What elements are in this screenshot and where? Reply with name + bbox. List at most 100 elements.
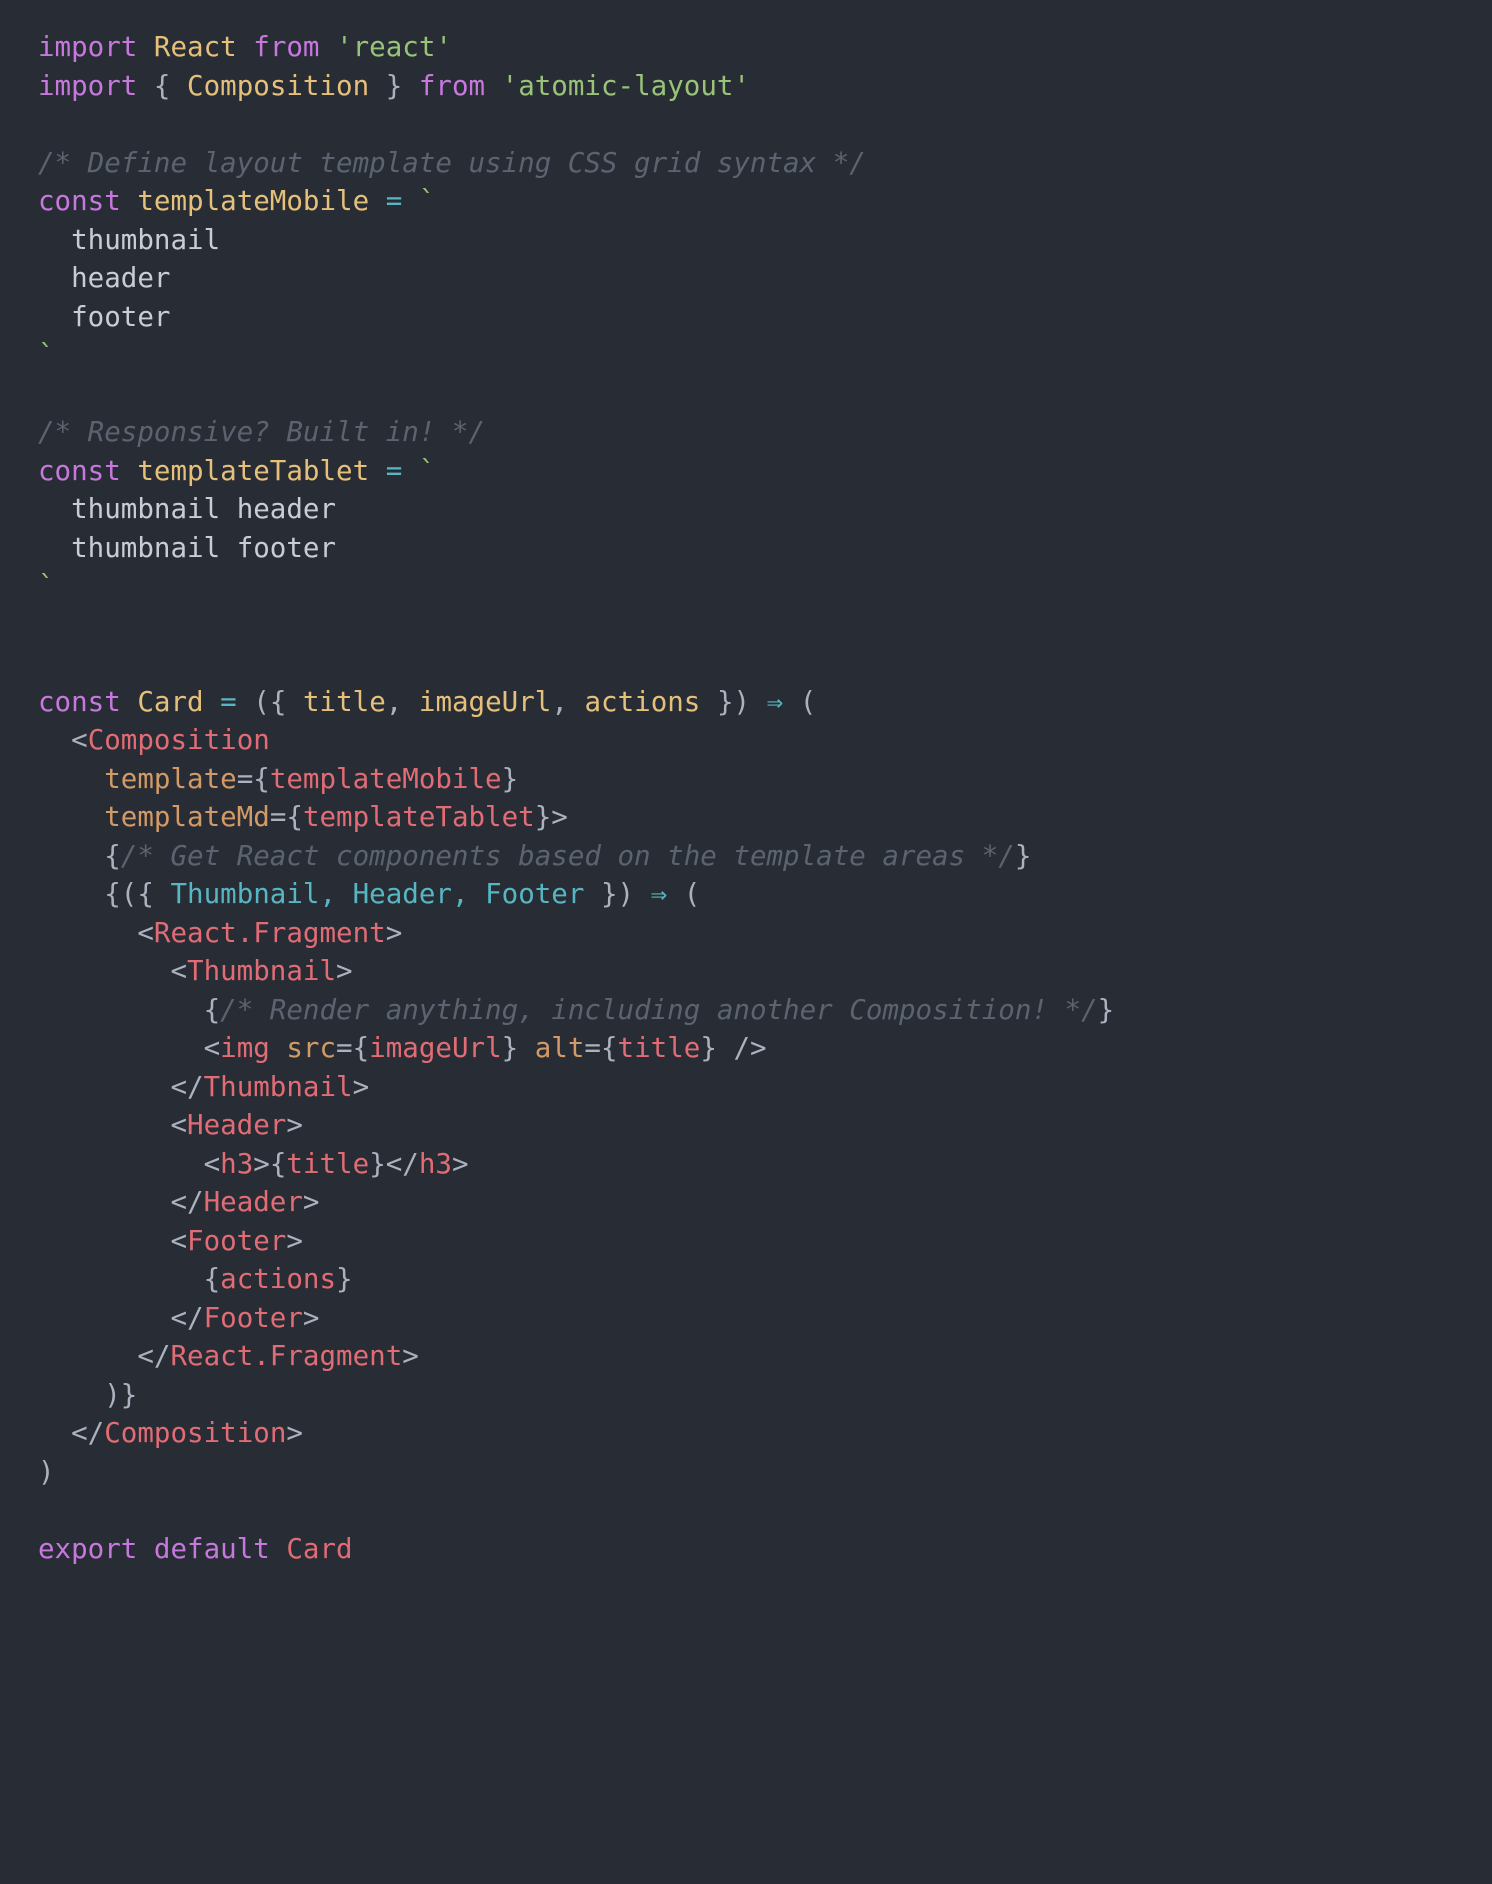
jsx-value-image-url: imageUrl (369, 1032, 502, 1064)
brace-close: } (385, 69, 403, 102)
code-line-22: {/* Get React components based on the te… (38, 837, 1492, 876)
code-line-33: {actions} (38, 1260, 1492, 1299)
self-closing-slash: /> (733, 1032, 767, 1064)
brace-close: } (369, 1147, 386, 1180)
code-line-12: const templateTablet = ` (38, 452, 1492, 491)
code-line-4: /* Define layout template using CSS grid… (38, 144, 1492, 183)
angle-open: < (137, 916, 154, 949)
jsx-tag-header-open: Header (187, 1109, 287, 1141)
backtick-open: ` (418, 454, 436, 487)
paren-open: ( (683, 878, 701, 910)
code-line-31: </Header> (38, 1183, 1492, 1222)
identifier-react: React (153, 31, 237, 63)
angle-open: < (71, 724, 88, 756)
angle-slash-open: </ (170, 1301, 204, 1334)
jsx-tag-react-fragment-close: React.Fragment (170, 1340, 403, 1372)
code-line-21: templateMd={templateTablet}> (38, 798, 1492, 837)
jsx-tag-footer-close: Footer (203, 1301, 303, 1334)
param-title: title (302, 685, 386, 718)
brace-close: } (501, 1032, 519, 1064)
code-line-10-blank (38, 375, 1492, 414)
angle-open: < (170, 1109, 188, 1141)
angle-open: < (170, 1224, 188, 1257)
code-line-16-blank (38, 606, 1492, 645)
code-line-9: ` (38, 336, 1492, 375)
backtick-close: ` (38, 570, 55, 602)
area-thumbnail-header: thumbnail header (71, 493, 337, 525)
angle-close: > (253, 1147, 270, 1180)
operator-assign: = (220, 685, 237, 718)
brace-close: } (700, 1032, 717, 1064)
comma: , (551, 685, 568, 718)
area-header: header (71, 262, 171, 294)
backtick-open: ` (418, 185, 436, 217)
code-line-34: </Footer> (38, 1299, 1492, 1338)
area-thumbnail-footer: thumbnail footer (71, 531, 337, 564)
code-line-6: thumbnail (38, 221, 1492, 260)
code-line-11: /* Responsive? Built in! */ (38, 413, 1492, 452)
brace-paren-close: }) (600, 878, 635, 910)
jsx-tag-composition-close: Composition (104, 1417, 287, 1449)
code-line-14: thumbnail footer (38, 529, 1492, 568)
code-line-19: <Composition (38, 721, 1492, 760)
jsx-value-title: title (617, 1032, 701, 1064)
code-line-29: <Header> (38, 1106, 1492, 1145)
angle-close: > (336, 955, 353, 987)
jsx-attr-template-md: templateMd (104, 801, 270, 833)
code-line-18: const Card = ({ title, imageUrl, actions… (38, 683, 1492, 722)
code-line-5: const templateMobile = ` (38, 182, 1492, 221)
identifier-card-export: Card (286, 1532, 353, 1565)
comment-define-layout: /* Define layout template using CSS grid… (38, 146, 866, 179)
brace-close: } (1097, 993, 1115, 1026)
keyword-export: export (38, 1532, 138, 1565)
param-actions: actions (584, 685, 701, 718)
angle-close: > (385, 916, 403, 949)
jsx-value-template-mobile: templateMobile (269, 762, 502, 795)
brace-paren-brace-open: {({ (104, 878, 154, 910)
code-line-36: )} (38, 1376, 1492, 1415)
jsx-tag-composition-open: Composition (87, 724, 270, 756)
code-line-38: ) (38, 1453, 1492, 1492)
paren-brace-close: )} (104, 1378, 138, 1411)
angle-slash-open: </ (71, 1417, 105, 1449)
comment-responsive: /* Responsive? Built in! */ (38, 416, 486, 448)
angle-slash-open: </ (385, 1147, 419, 1180)
render-prop-footer: Footer (485, 878, 585, 910)
brace-paren-close: }) (716, 685, 751, 718)
angle-open: < (203, 1147, 221, 1180)
keyword-default: default (153, 1532, 270, 1565)
code-line-25: <Thumbnail> (38, 952, 1492, 991)
source-code-block[interactable]: import React from 'react' import { Compos… (38, 28, 1492, 1607)
paren-close: ) (38, 1455, 55, 1488)
code-line-27: <img src={imageUrl} alt={title} /> (38, 1029, 1492, 1068)
area-thumbnail: thumbnail (71, 223, 221, 256)
comma: , (385, 685, 403, 718)
angle-close: > (302, 1186, 320, 1218)
brace-angle-close: }> (534, 801, 568, 833)
string-module-react: 'react' (336, 31, 452, 63)
angle-slash-open: </ (137, 1340, 171, 1372)
code-line-1: import React from 'react' (38, 28, 1492, 67)
code-line-13: thumbnail header (38, 490, 1492, 529)
angle-close: > (286, 1417, 303, 1449)
angle-close: > (286, 1224, 303, 1257)
render-prop-thumbnail: Thumbnail (170, 878, 320, 910)
code-line-24: <React.Fragment> (38, 914, 1492, 953)
code-line-3-blank (38, 105, 1492, 144)
keyword-from: from (418, 69, 486, 102)
jsx-attr-template: template (104, 762, 237, 795)
brace-open: { (104, 839, 121, 872)
comment-get-components: /* Get React components based on the tem… (120, 839, 1015, 872)
param-image-url: imageUrl (418, 685, 552, 718)
string-module-atomic-layout: 'atomic-layout' (501, 69, 750, 102)
code-line-35: </React.Fragment> (38, 1337, 1492, 1376)
angle-close: > (302, 1301, 320, 1334)
jsx-attr-src: src (286, 1032, 337, 1064)
jsx-tag-footer-open: Footer (187, 1224, 287, 1257)
identifier-composition: Composition (187, 69, 370, 102)
brace-open: { (269, 1147, 287, 1180)
angle-close: > (352, 1070, 370, 1103)
code-line-32: <Footer> (38, 1222, 1492, 1261)
brace-open: { (203, 1263, 221, 1295)
brace-close: } (501, 762, 519, 795)
